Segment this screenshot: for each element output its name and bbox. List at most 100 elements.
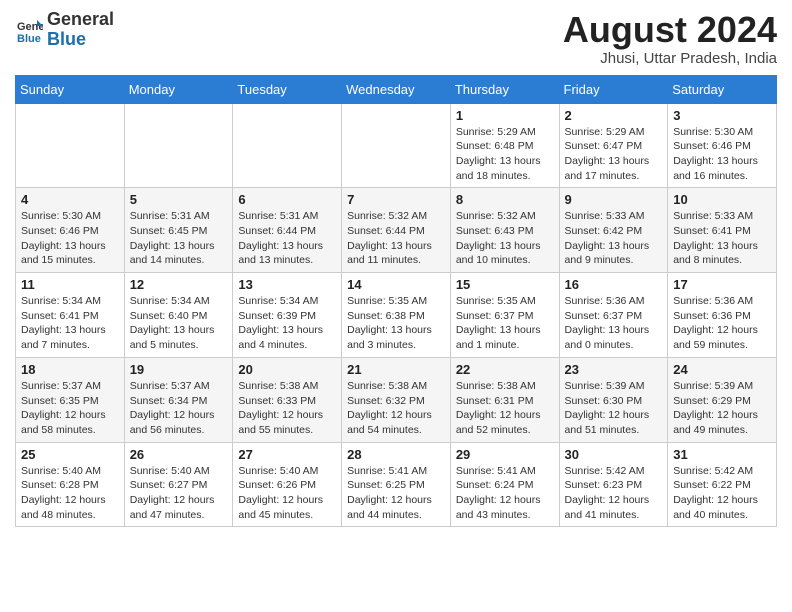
calendar-cell [342,103,451,188]
calendar-cell: 1 Sunrise: 5:29 AM Sunset: 6:48 PM Daylig… [450,103,559,188]
calendar-cell: 3 Sunrise: 5:30 AM Sunset: 6:46 PM Daylig… [668,103,777,188]
calendar-cell: 10 Sunrise: 5:33 AM Sunset: 6:41 PM Dayli… [668,188,777,273]
day-info: Sunrise: 5:34 AM Sunset: 6:40 PM Dayligh… [130,294,228,353]
day-number: 26 [130,447,228,462]
day-number: 2 [565,108,663,123]
calendar-cell: 27 Sunrise: 5:40 AM Sunset: 6:26 PM Dayli… [233,442,342,527]
day-number: 12 [130,277,228,292]
calendar-cell: 11Sunrise: 5:34 AM Sunset: 6:41 PM Dayli… [16,273,125,358]
day-number: 15 [456,277,554,292]
weekday-header: Thursday [450,75,559,103]
calendar-cell: 29 Sunrise: 5:41 AM Sunset: 6:24 PM Dayli… [450,442,559,527]
day-info: Sunrise: 5:40 AM Sunset: 6:26 PM Dayligh… [238,464,336,523]
day-number: 22 [456,362,554,377]
day-info: Sunrise: 5:31 AM Sunset: 6:45 PM Dayligh… [130,209,228,268]
calendar-cell: 2 Sunrise: 5:29 AM Sunset: 6:47 PM Daylig… [559,103,668,188]
calendar-cell [124,103,233,188]
logo-icon: General Blue [15,16,43,44]
calendar-cell: 24Sunrise: 5:39 AM Sunset: 6:29 PM Dayli… [668,357,777,442]
day-info: Sunrise: 5:33 AM Sunset: 6:42 PM Dayligh… [565,209,663,268]
calendar-cell: 4 Sunrise: 5:30 AM Sunset: 6:46 PM Daylig… [16,188,125,273]
calendar-cell: 17 Sunrise: 5:36 AM Sunset: 6:36 PM Dayli… [668,273,777,358]
day-info: Sunrise: 5:31 AM Sunset: 6:44 PM Dayligh… [238,209,336,268]
day-info: Sunrise: 5:36 AM Sunset: 6:36 PM Dayligh… [673,294,771,353]
day-number: 19 [130,362,228,377]
day-info: Sunrise: 5:34 AM Sunset: 6:39 PM Dayligh… [238,294,336,353]
calendar-cell: 7 Sunrise: 5:32 AM Sunset: 6:44 PM Daylig… [342,188,451,273]
day-info: Sunrise: 5:40 AM Sunset: 6:28 PM Dayligh… [21,464,119,523]
day-number: 21 [347,362,445,377]
day-number: 31 [673,447,771,462]
day-number: 20 [238,362,336,377]
day-number: 9 [565,192,663,207]
day-info: Sunrise: 5:42 AM Sunset: 6:22 PM Dayligh… [673,464,771,523]
logo-general-text: General [47,9,114,29]
calendar-cell: 14Sunrise: 5:35 AM Sunset: 6:38 PM Dayli… [342,273,451,358]
day-number: 13 [238,277,336,292]
day-info: Sunrise: 5:41 AM Sunset: 6:24 PM Dayligh… [456,464,554,523]
calendar-cell: 28Sunrise: 5:41 AM Sunset: 6:25 PM Dayli… [342,442,451,527]
day-number: 27 [238,447,336,462]
calendar-cell: 20Sunrise: 5:38 AM Sunset: 6:33 PM Dayli… [233,357,342,442]
day-info: Sunrise: 5:39 AM Sunset: 6:30 PM Dayligh… [565,379,663,438]
calendar-cell: 30 Sunrise: 5:42 AM Sunset: 6:23 PM Dayli… [559,442,668,527]
day-info: Sunrise: 5:35 AM Sunset: 6:37 PM Dayligh… [456,294,554,353]
svg-text:Blue: Blue [17,33,41,44]
day-info: Sunrise: 5:29 AM Sunset: 6:47 PM Dayligh… [565,125,663,184]
calendar-week-row: 4 Sunrise: 5:30 AM Sunset: 6:46 PM Daylig… [16,188,777,273]
calendar-cell: 16 Sunrise: 5:36 AM Sunset: 6:37 PM Dayli… [559,273,668,358]
day-info: Sunrise: 5:38 AM Sunset: 6:31 PM Dayligh… [456,379,554,438]
calendar-cell [233,103,342,188]
day-number: 10 [673,192,771,207]
calendar-cell: 23 Sunrise: 5:39 AM Sunset: 6:30 PM Dayli… [559,357,668,442]
calendar-cell: 19 Sunrise: 5:37 AM Sunset: 6:34 PM Dayli… [124,357,233,442]
day-info: Sunrise: 5:32 AM Sunset: 6:43 PM Dayligh… [456,209,554,268]
day-info: Sunrise: 5:37 AM Sunset: 6:35 PM Dayligh… [21,379,119,438]
calendar-cell: 8Sunrise: 5:32 AM Sunset: 6:43 PM Daylig… [450,188,559,273]
calendar-cell: 9 Sunrise: 5:33 AM Sunset: 6:42 PM Daylig… [559,188,668,273]
day-info: Sunrise: 5:33 AM Sunset: 6:41 PM Dayligh… [673,209,771,268]
day-info: Sunrise: 5:34 AM Sunset: 6:41 PM Dayligh… [21,294,119,353]
calendar-cell: 25Sunrise: 5:40 AM Sunset: 6:28 PM Dayli… [16,442,125,527]
logo: General Blue General Blue [15,10,114,50]
day-info: Sunrise: 5:39 AM Sunset: 6:29 PM Dayligh… [673,379,771,438]
calendar-cell: 13 Sunrise: 5:34 AM Sunset: 6:39 PM Dayli… [233,273,342,358]
day-info: Sunrise: 5:30 AM Sunset: 6:46 PM Dayligh… [673,125,771,184]
day-number: 1 [456,108,554,123]
day-info: Sunrise: 5:36 AM Sunset: 6:37 PM Dayligh… [565,294,663,353]
day-info: Sunrise: 5:37 AM Sunset: 6:34 PM Dayligh… [130,379,228,438]
weekday-header: Tuesday [233,75,342,103]
day-number: 7 [347,192,445,207]
weekday-header: Friday [559,75,668,103]
weekday-header-row: SundayMondayTuesdayWednesdayThursdayFrid… [16,75,777,103]
day-info: Sunrise: 5:32 AM Sunset: 6:44 PM Dayligh… [347,209,445,268]
day-number: 4 [21,192,119,207]
location: Jhusi, Uttar Pradesh, India [563,50,777,67]
weekday-header: Monday [124,75,233,103]
day-number: 29 [456,447,554,462]
calendar-cell: 26Sunrise: 5:40 AM Sunset: 6:27 PM Dayli… [124,442,233,527]
calendar-cell: 18 Sunrise: 5:37 AM Sunset: 6:35 PM Dayli… [16,357,125,442]
weekday-header: Sunday [16,75,125,103]
day-number: 6 [238,192,336,207]
weekday-header: Wednesday [342,75,451,103]
day-number: 28 [347,447,445,462]
day-number: 17 [673,277,771,292]
day-info: Sunrise: 5:35 AM Sunset: 6:38 PM Dayligh… [347,294,445,353]
header: General Blue General Blue August 2024 Jh… [15,10,777,67]
logo-blue-text: Blue [47,29,86,49]
day-info: Sunrise: 5:30 AM Sunset: 6:46 PM Dayligh… [21,209,119,268]
day-number: 23 [565,362,663,377]
calendar-cell [16,103,125,188]
day-number: 16 [565,277,663,292]
calendar-week-row: 18 Sunrise: 5:37 AM Sunset: 6:35 PM Dayli… [16,357,777,442]
calendar-cell: 31 Sunrise: 5:42 AM Sunset: 6:22 PM Dayli… [668,442,777,527]
day-number: 18 [21,362,119,377]
day-info: Sunrise: 5:29 AM Sunset: 6:48 PM Dayligh… [456,125,554,184]
calendar-table: SundayMondayTuesdayWednesdayThursdayFrid… [15,75,777,528]
day-number: 30 [565,447,663,462]
calendar-cell: 6 Sunrise: 5:31 AM Sunset: 6:44 PM Daylig… [233,188,342,273]
title-block: August 2024 Jhusi, Uttar Pradesh, India [563,10,777,67]
day-number: 3 [673,108,771,123]
day-info: Sunrise: 5:42 AM Sunset: 6:23 PM Dayligh… [565,464,663,523]
